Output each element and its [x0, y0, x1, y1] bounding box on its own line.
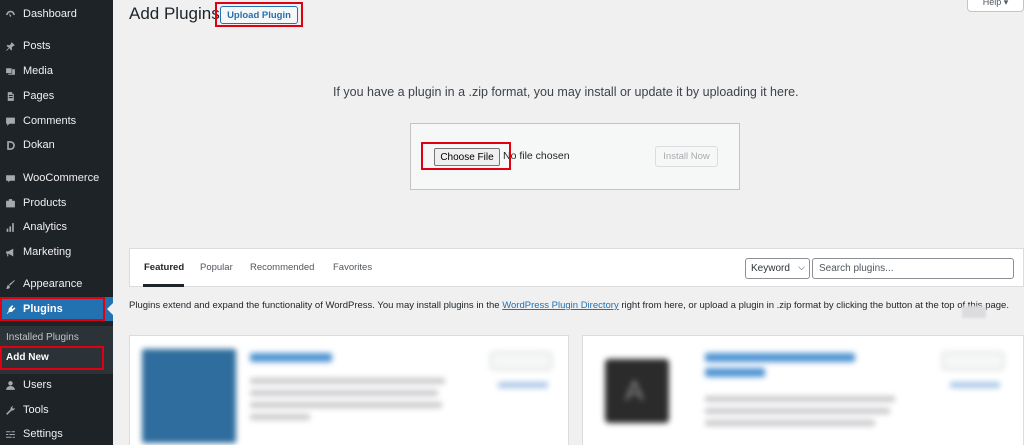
submenu-installed-plugins[interactable]: Installed Plugins [6, 332, 79, 343]
sidebar-item-settings[interactable]: Settings [0, 422, 113, 445]
sidebar-item-appearance[interactable]: Appearance [0, 272, 113, 296]
sidebar-item-label: Tools [23, 404, 49, 416]
sidebar-item-dashboard[interactable]: Dashboard [0, 2, 113, 26]
install-now-button[interactable]: Install Now [655, 146, 718, 167]
help-tab[interactable]: Help ▾ [967, 0, 1024, 12]
upload-help-text: If you have a plugin in a .zip format, y… [333, 85, 799, 99]
analytics-icon [4, 221, 16, 233]
sidebar-item-label: Analytics [23, 221, 68, 233]
plugins-description: Plugins extend and expand the functional… [129, 299, 1024, 313]
sidebar-item-label: Users [23, 379, 52, 391]
sidebar-item-label: Appearance [23, 278, 83, 290]
woocommerce-icon [4, 172, 16, 184]
admin-sidebar: Dashboard Posts Media Pages Comments Dok… [0, 0, 114, 445]
tab-featured[interactable]: Featured [144, 262, 184, 273]
sidebar-item-users[interactable]: Users [0, 373, 113, 397]
products-icon [4, 197, 16, 209]
brush-icon [4, 278, 16, 290]
settings-icon [4, 428, 16, 440]
dashboard-icon [4, 8, 16, 20]
page-title: Add Plugins [129, 4, 220, 23]
description-text-start: Plugins extend and expand the functional… [129, 300, 503, 311]
no-file-label: No file chosen [503, 150, 570, 162]
sidebar-item-posts[interactable]: Posts [0, 34, 113, 58]
sidebar-item-analytics[interactable]: Analytics [0, 215, 113, 239]
highlight-box-add-new [0, 346, 104, 370]
highlight-box-plugins [0, 297, 105, 321]
sidebar-item-marketing[interactable]: Marketing [0, 240, 113, 264]
sidebar-item-label: Dokan [23, 139, 55, 151]
plugin-directory-link[interactable]: WordPress Plugin Directory [502, 300, 619, 311]
sidebar-item-tools[interactable]: Tools [0, 398, 113, 422]
highlight-box-upload-plugin [215, 2, 303, 27]
sidebar-item-label: Comments [23, 115, 77, 127]
sidebar-item-label: Dashboard [23, 8, 77, 20]
pin-icon [4, 40, 16, 52]
search-type-value: Keyword [751, 263, 790, 274]
megaphone-icon [4, 246, 16, 258]
search-type-select[interactable]: Keyword ⌵ [745, 258, 810, 279]
chevron-down-icon: ⌵ [798, 262, 805, 272]
sidebar-item-media[interactable]: Media [0, 59, 113, 83]
media-icon [4, 65, 16, 77]
sidebar-item-label: Settings [23, 428, 63, 440]
pages-icon [4, 90, 16, 102]
search-plugins-input[interactable] [812, 258, 1014, 279]
sidebar-item-woocommerce[interactable]: WooCommerce [0, 166, 113, 190]
blurred-element [962, 306, 986, 318]
highlight-box-choose-file [421, 142, 511, 170]
tab-favorites[interactable]: Favorites [333, 262, 372, 273]
users-icon [4, 379, 16, 391]
sidebar-item-pages[interactable]: Pages [0, 84, 113, 108]
description-text-end: right from here, or upload a plugin in .… [618, 300, 1009, 311]
sidebar-item-label: Media [23, 65, 53, 77]
sidebar-item-label: Products [23, 197, 67, 209]
sidebar-item-label: Pages [23, 90, 55, 102]
tab-recommended[interactable]: Recommended [250, 262, 314, 273]
sidebar-item-dokan[interactable]: Dokan [0, 133, 113, 157]
tab-current-indicator [143, 284, 184, 287]
sidebar-item-label: Marketing [23, 246, 72, 258]
dokan-icon [4, 139, 16, 151]
plugin-thumbnail [142, 349, 236, 443]
comments-icon [4, 115, 16, 127]
sidebar-item-label: WooCommerce [23, 172, 100, 184]
sidebar-item-products[interactable]: Products [0, 191, 113, 215]
sidebar-item-label: Posts [23, 40, 51, 52]
wrench-icon [4, 404, 16, 416]
sidebar-item-comments[interactable]: Comments [0, 109, 113, 133]
active-menu-arrow [107, 302, 114, 316]
tab-popular[interactable]: Popular [200, 262, 233, 273]
